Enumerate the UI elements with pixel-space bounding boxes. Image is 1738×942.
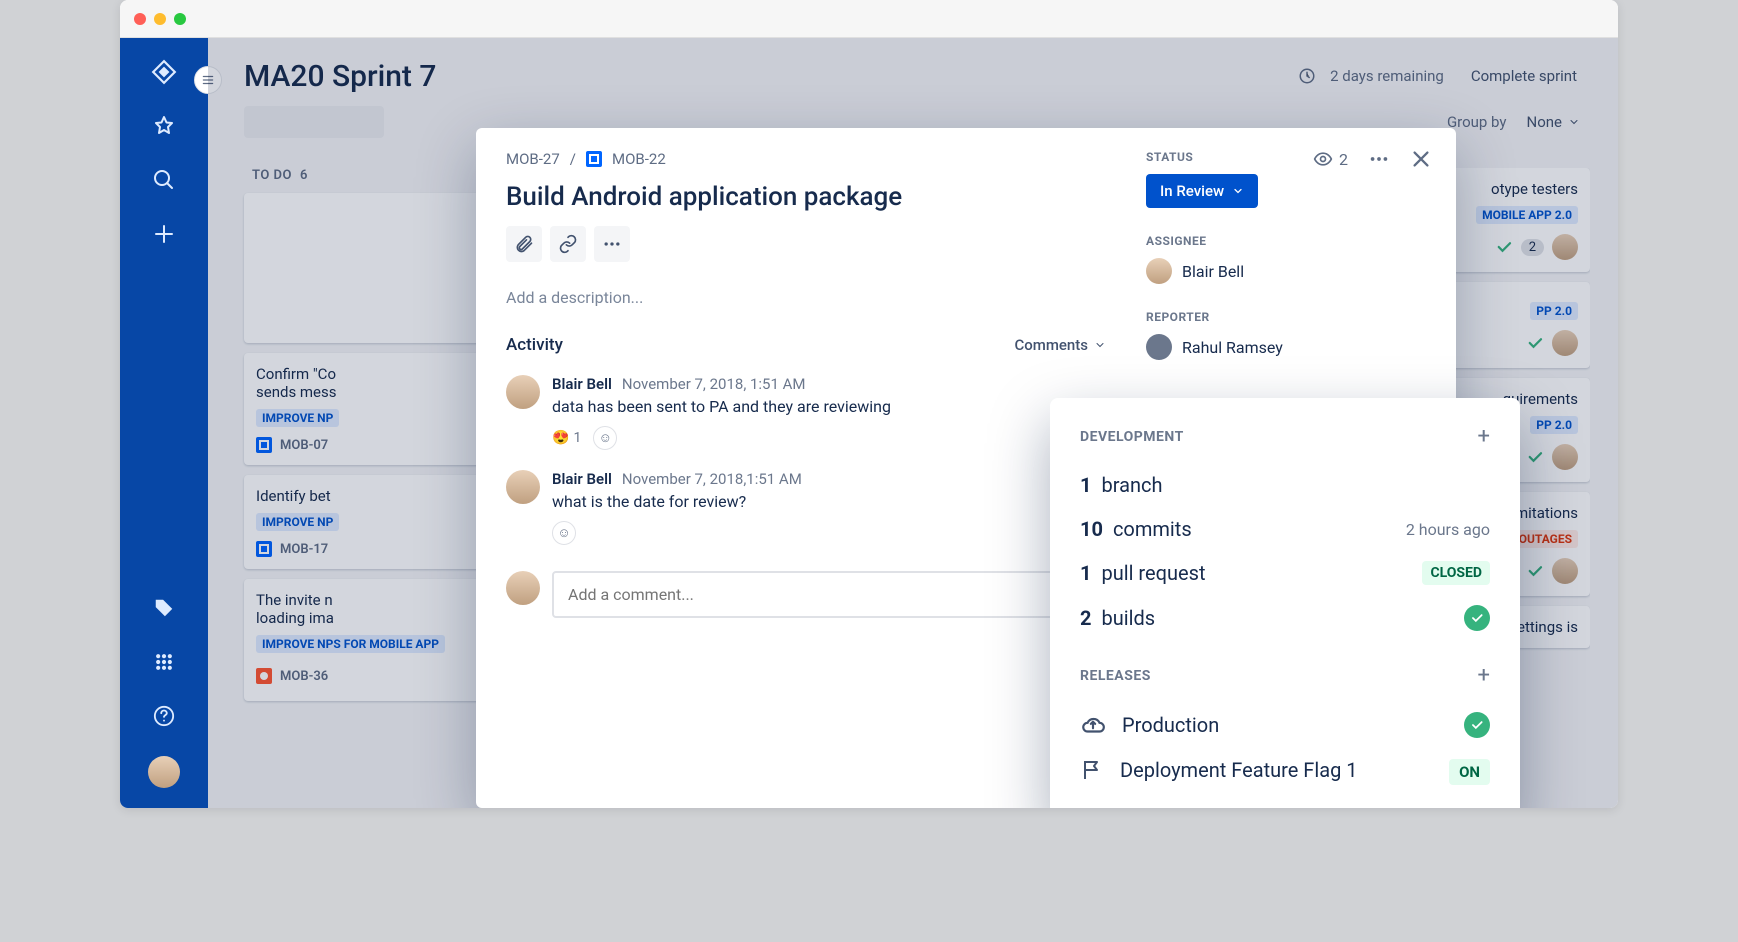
commits-row[interactable]: 10 commits 2 hours ago <box>1080 507 1490 551</box>
description-field[interactable]: Add a description... <box>506 288 1106 307</box>
pr-count: 1 <box>1080 561 1091 585</box>
chevron-down-icon <box>1232 185 1244 197</box>
builds-count: 2 <box>1080 606 1091 630</box>
star-icon[interactable] <box>150 112 178 140</box>
current-user-avatar <box>506 571 540 605</box>
comment-author[interactable]: Blair Bell <box>552 470 612 488</box>
activity-filter-select[interactable]: Comments <box>1014 336 1106 354</box>
issue-title[interactable]: Build Android application package <box>506 182 1106 212</box>
global-nav-sidebar <box>120 38 208 808</box>
releases-heading: RELEASES <box>1080 668 1151 684</box>
apps-icon[interactable] <box>150 648 178 676</box>
assignee-avatar <box>1146 258 1172 284</box>
comment-text: data has been sent to PA and they are re… <box>552 397 891 416</box>
reaction-count: 1 <box>573 430 581 446</box>
tag-icon[interactable] <box>150 594 178 622</box>
cloud-upload-icon <box>1080 712 1106 738</box>
attachment-button[interactable] <box>506 226 542 262</box>
add-reaction-button[interactable]: ☺ <box>593 426 617 450</box>
watch-count: 2 <box>1339 150 1348 169</box>
maximize-window-button[interactable] <box>174 13 186 25</box>
link-button[interactable] <box>550 226 586 262</box>
flag-status-badge: ON <box>1449 759 1490 785</box>
commits-time: 2 hours ago <box>1406 520 1490 539</box>
reporter-field[interactable]: Rahul Ramsey <box>1146 334 1426 360</box>
mac-titlebar <box>120 0 1618 38</box>
feature-flag-label: Deployment Feature Flag 1 <box>1120 758 1358 782</box>
comment-text: what is the date for review? <box>552 492 802 511</box>
add-reaction-button[interactable]: ☺ <box>552 521 576 545</box>
activity-heading: Activity <box>506 335 563 355</box>
comment-avatar[interactable] <box>506 470 540 504</box>
reporter-avatar <box>1146 334 1172 360</box>
profile-avatar[interactable] <box>148 756 180 788</box>
add-development-button[interactable]: + <box>1478 424 1490 449</box>
comment-time: November 7, 2018,1:51 AM <box>622 470 802 488</box>
jira-logo-icon[interactable] <box>150 58 178 86</box>
pr-label: pull request <box>1101 561 1205 585</box>
create-icon[interactable] <box>150 220 178 248</box>
breadcrumb-parent[interactable]: MOB-27 <box>506 150 560 168</box>
comment-input[interactable] <box>552 571 1106 618</box>
comment-item: Blair Bell November 7, 2018, 1:51 AM dat… <box>506 375 1106 450</box>
comment-avatar[interactable] <box>506 375 540 409</box>
assignee-field[interactable]: Blair Bell <box>1146 258 1426 284</box>
comments-tab-label: Comments <box>1014 336 1088 354</box>
watchers-button[interactable]: 2 <box>1313 149 1348 169</box>
pr-status-badge: CLOSED <box>1422 561 1490 585</box>
help-icon[interactable] <box>150 702 178 730</box>
minimize-window-button[interactable] <box>154 13 166 25</box>
builds-row[interactable]: 2 builds <box>1080 595 1490 641</box>
breadcrumb-sep: / <box>570 150 576 168</box>
comment-item: Blair Bell November 7, 2018,1:51 AM what… <box>506 470 1106 545</box>
development-heading: DEVELOPMENT <box>1080 429 1184 445</box>
commits-label: commits <box>1113 517 1192 541</box>
more-actions-button[interactable] <box>594 226 630 262</box>
pullrequest-row[interactable]: 1 pull request CLOSED <box>1080 551 1490 595</box>
status-value: In Review <box>1160 182 1224 200</box>
search-icon[interactable] <box>150 166 178 194</box>
builds-label: builds <box>1101 606 1155 630</box>
add-release-button[interactable]: + <box>1478 663 1490 688</box>
branch-row[interactable]: 1 branch <box>1080 463 1490 507</box>
reporter-name: Rahul Ramsey <box>1182 338 1283 357</box>
branch-label: branch <box>1101 473 1162 497</box>
feature-flag-row[interactable]: Deployment Feature Flag 1 ON <box>1080 748 1490 792</box>
eye-icon <box>1313 149 1333 169</box>
breadcrumb-child[interactable]: MOB-22 <box>612 150 666 168</box>
reaction-button[interactable]: 😍 1 <box>552 430 581 446</box>
commits-count: 10 <box>1080 517 1103 541</box>
assignee-name: Blair Bell <box>1182 262 1244 281</box>
comment-time: November 7, 2018, 1:51 AM <box>622 375 806 393</box>
comment-author[interactable]: Blair Bell <box>552 375 612 393</box>
production-label: Production <box>1122 713 1219 737</box>
status-select[interactable]: In Review <box>1146 174 1258 208</box>
reaction-emoji: 😍 <box>552 430 569 446</box>
development-panel: DEVELOPMENT + 1 branch 10 commits 2 hour… <box>1050 398 1520 808</box>
build-success-icon <box>1464 605 1490 631</box>
chevron-down-icon <box>1094 339 1106 351</box>
breadcrumb: MOB-27 / MOB-22 <box>506 150 1106 168</box>
branch-count: 1 <box>1080 473 1091 497</box>
assignee-label: ASSIGNEE <box>1146 234 1426 248</box>
production-release-row[interactable]: Production <box>1080 702 1490 748</box>
reporter-label: REPORTER <box>1146 310 1426 324</box>
flag-icon <box>1080 758 1104 782</box>
story-issue-icon <box>586 151 602 167</box>
dialog-more-button[interactable] <box>1368 148 1390 170</box>
close-window-button[interactable] <box>134 13 146 25</box>
close-dialog-button[interactable] <box>1410 148 1432 170</box>
release-success-icon <box>1464 712 1490 738</box>
